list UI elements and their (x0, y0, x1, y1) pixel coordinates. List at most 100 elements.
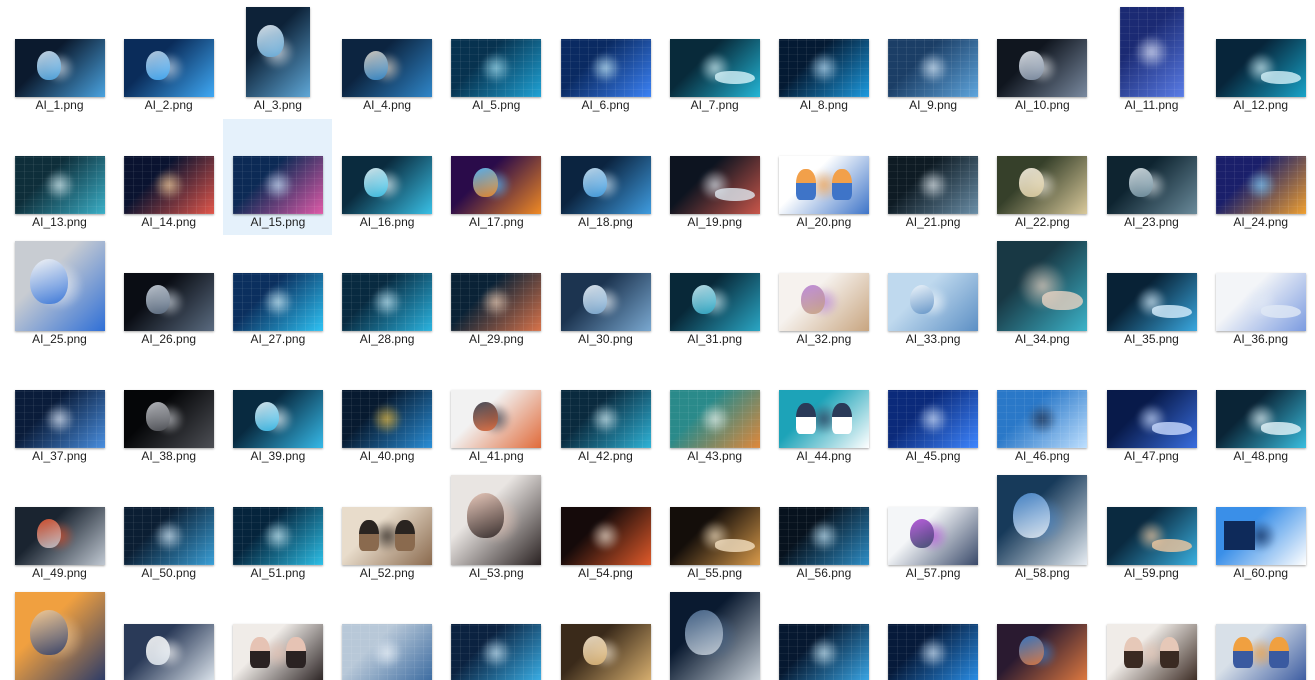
file-item[interactable]: AI_30.png (551, 236, 660, 352)
file-name-label[interactable]: AI_51.png (223, 566, 332, 580)
file-name-label[interactable]: AI_32.png (769, 332, 878, 346)
file-name-label[interactable]: AI_9.png (879, 98, 988, 112)
file-name-label[interactable]: AI_21.png (879, 215, 988, 229)
file-name-label[interactable]: AI_19.png (660, 215, 769, 229)
file-name-label[interactable]: AI_43.png (660, 449, 769, 463)
file-name-label[interactable]: AI_38.png (114, 449, 223, 463)
file-name-label[interactable]: AI_29.png (442, 332, 551, 346)
file-name-label[interactable]: AI_45.png (879, 449, 988, 463)
file-item[interactable] (442, 587, 551, 680)
file-name-label[interactable]: AI_33.png (879, 332, 988, 346)
file-item[interactable]: AI_11.png (1097, 2, 1206, 118)
file-item[interactable]: AI_41.png (442, 353, 551, 469)
file-name-label[interactable]: AI_3.png (223, 98, 332, 112)
file-item[interactable]: AI_48.png (1206, 353, 1315, 469)
file-name-label[interactable]: AI_40.png (333, 449, 442, 463)
file-item[interactable]: AI_3.png (223, 2, 332, 118)
file-item[interactable] (223, 587, 332, 680)
file-name-label[interactable]: AI_4.png (333, 98, 442, 112)
file-name-label[interactable]: AI_1.png (5, 98, 114, 112)
file-item[interactable]: AI_47.png (1097, 353, 1206, 469)
file-item[interactable]: AI_24.png (1206, 119, 1315, 235)
file-item[interactable]: AI_17.png (442, 119, 551, 235)
file-name-label[interactable]: AI_25.png (5, 332, 114, 346)
file-item[interactable]: AI_53.png (442, 470, 551, 586)
file-name-label[interactable]: AI_48.png (1206, 449, 1315, 463)
file-item[interactable]: AI_22.png (988, 119, 1097, 235)
file-item[interactable]: AI_14.png (114, 119, 223, 235)
file-name-label[interactable]: AI_46.png (988, 449, 1097, 463)
file-name-label[interactable]: AI_49.png (5, 566, 114, 580)
file-item[interactable]: AI_15.png (223, 119, 333, 235)
file-item[interactable]: AI_45.png (879, 353, 988, 469)
file-item[interactable]: AI_12.png (1206, 2, 1315, 118)
file-item[interactable]: AI_19.png (660, 119, 769, 235)
file-name-label[interactable]: AI_17.png (442, 215, 551, 229)
file-item[interactable]: AI_46.png (988, 353, 1097, 469)
file-name-label[interactable]: AI_27.png (223, 332, 332, 346)
file-item[interactable]: AI_56.png (769, 470, 878, 586)
file-item[interactable]: AI_8.png (769, 2, 878, 118)
file-item[interactable]: AI_42.png (551, 353, 660, 469)
file-item[interactable] (1206, 587, 1315, 680)
file-item[interactable]: AI_6.png (551, 2, 660, 118)
file-name-label[interactable]: AI_12.png (1206, 98, 1315, 112)
file-item[interactable]: AI_57.png (879, 470, 988, 586)
file-name-label[interactable]: AI_35.png (1097, 332, 1206, 346)
file-item[interactable]: AI_37.png (5, 353, 114, 469)
file-name-label[interactable]: AI_16.png (333, 215, 442, 229)
file-name-label[interactable]: AI_53.png (442, 566, 551, 580)
file-item[interactable]: AI_35.png (1097, 236, 1206, 352)
file-name-label[interactable]: AI_52.png (333, 566, 442, 580)
file-item[interactable]: AI_54.png (551, 470, 660, 586)
file-name-label[interactable]: AI_39.png (223, 449, 332, 463)
file-item[interactable]: AI_5.png (442, 2, 551, 118)
file-item[interactable]: AI_52.png (333, 470, 442, 586)
file-item[interactable] (551, 587, 660, 680)
file-name-label[interactable]: AI_7.png (660, 98, 769, 112)
file-item[interactable]: AI_20.png (769, 119, 878, 235)
file-item[interactable]: AI_31.png (660, 236, 769, 352)
file-thumbnail-grid[interactable]: AI_1.png AI_2.png AI_3.png AI_4.png AI_5.png… (0, 0, 1315, 680)
file-item[interactable]: AI_26.png (114, 236, 223, 352)
file-item[interactable]: AI_50.png (114, 470, 223, 586)
file-name-label[interactable]: AI_36.png (1206, 332, 1315, 346)
file-name-label[interactable]: AI_8.png (769, 98, 878, 112)
file-item[interactable]: AI_55.png (660, 470, 769, 586)
file-item[interactable]: AI_10.png (988, 2, 1097, 118)
file-name-label[interactable]: AI_23.png (1097, 215, 1206, 229)
file-item[interactable]: AI_33.png (879, 236, 988, 352)
file-item[interactable] (333, 587, 442, 680)
file-item[interactable]: AI_32.png (769, 236, 878, 352)
file-name-label[interactable]: AI_37.png (5, 449, 114, 463)
file-item[interactable] (660, 587, 769, 680)
file-name-label[interactable]: AI_11.png (1097, 98, 1206, 112)
file-item[interactable]: AI_44.png (769, 353, 878, 469)
file-item[interactable] (1097, 587, 1206, 680)
file-item[interactable]: AI_25.png (5, 236, 114, 352)
file-item[interactable]: AI_7.png (660, 2, 769, 118)
file-name-label[interactable]: AI_15.png (223, 215, 332, 229)
file-item[interactable]: AI_36.png (1206, 236, 1315, 352)
file-item[interactable] (769, 587, 878, 680)
file-name-label[interactable]: AI_6.png (551, 98, 660, 112)
file-name-label[interactable]: AI_18.png (551, 215, 660, 229)
file-item[interactable] (879, 587, 988, 680)
file-name-label[interactable]: AI_50.png (114, 566, 223, 580)
file-item[interactable]: AI_21.png (879, 119, 988, 235)
file-item[interactable] (5, 587, 114, 680)
file-name-label[interactable]: AI_34.png (988, 332, 1097, 346)
file-item[interactable]: AI_16.png (333, 119, 442, 235)
file-name-label[interactable]: AI_55.png (660, 566, 769, 580)
file-item[interactable]: AI_29.png (442, 236, 551, 352)
file-name-label[interactable]: AI_30.png (551, 332, 660, 346)
file-name-label[interactable]: AI_13.png (5, 215, 114, 229)
file-name-label[interactable]: AI_54.png (551, 566, 660, 580)
file-item[interactable] (988, 587, 1097, 680)
file-name-label[interactable]: AI_2.png (114, 98, 223, 112)
file-item[interactable]: AI_13.png (5, 119, 114, 235)
file-name-label[interactable]: AI_28.png (333, 332, 442, 346)
file-name-label[interactable]: AI_24.png (1206, 215, 1315, 229)
file-item[interactable]: AI_2.png (114, 2, 223, 118)
file-item[interactable]: AI_38.png (114, 353, 223, 469)
